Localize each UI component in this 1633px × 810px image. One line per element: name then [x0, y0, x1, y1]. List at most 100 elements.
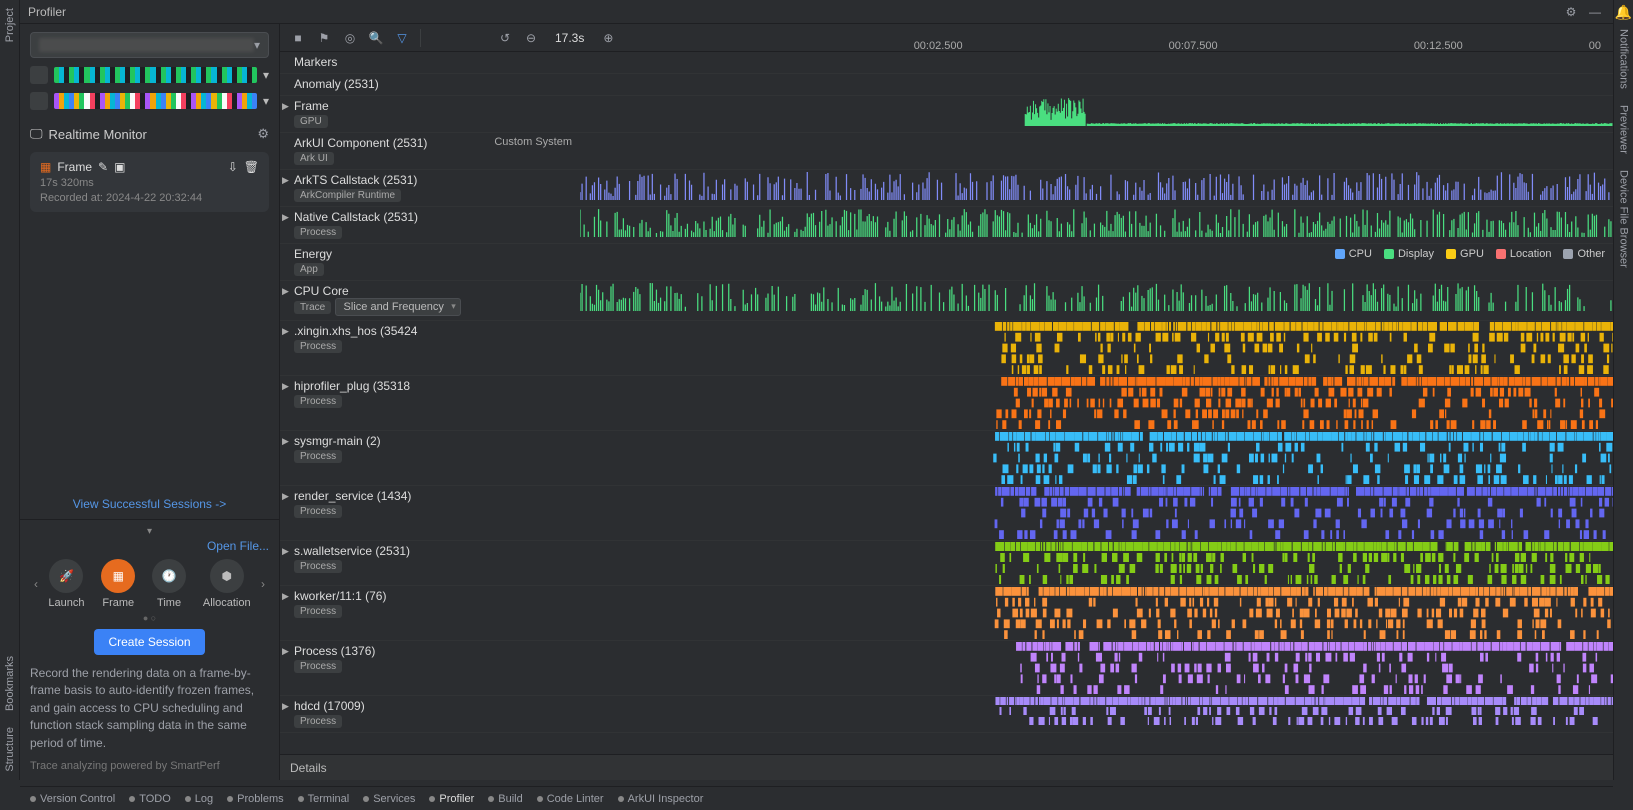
stop-icon[interactable]: ■ [288, 28, 308, 48]
expand-icon[interactable]: ▶ [282, 546, 289, 557]
modes-next[interactable]: › [259, 577, 267, 591]
track-frame[interactable]: ▶FrameGPU [280, 96, 1613, 133]
statusbar-build[interactable]: Build [488, 793, 522, 805]
track-kworker-11-1-76-[interactable]: ▶kworker/11:1 (76)Process [280, 586, 1613, 641]
track-lane[interactable] [580, 586, 1613, 640]
track-lane[interactable] [580, 431, 1613, 485]
edit-icon[interactable]: ✎ [98, 160, 108, 174]
track-mode-selector[interactable]: Slice and Frequency [335, 298, 461, 316]
realtime-header: Realtime Monitor [49, 127, 147, 142]
right-tab-device-file-browser[interactable]: Device File Browser [1616, 162, 1632, 276]
track-lane[interactable] [580, 207, 1613, 237]
expand-handle[interactable]: ▾ [30, 526, 269, 537]
mode-time[interactable]: 🕐 Time [152, 559, 186, 609]
track-hiprofiler-plug-35318[interactable]: ▶hiprofiler_plug (35318Process [280, 376, 1613, 431]
statusbar-terminal[interactable]: Terminal [298, 793, 350, 805]
track-lane[interactable] [580, 321, 1613, 375]
track-lane[interactable] [580, 641, 1613, 695]
expand-icon[interactable]: ▶ [282, 212, 289, 223]
track-lane[interactable] [580, 541, 1613, 585]
track-native-callstack-2531-[interactable]: ▶Native Callstack (2531)Process [280, 207, 1613, 244]
statusbar-problems[interactable]: Problems [227, 793, 283, 805]
left-tab-bookmarks[interactable]: Bookmarks [2, 648, 18, 719]
zoom-in-icon[interactable]: ⊕ [598, 28, 618, 48]
details-panel-header[interactable]: Details [280, 754, 1613, 780]
frame-icon: ▦ [101, 559, 135, 593]
expand-icon[interactable]: ▶ [282, 326, 289, 337]
track-lane[interactable] [580, 696, 1613, 726]
expand-icon[interactable]: ▶ [282, 436, 289, 447]
track--xingin-xhs-hos-35424[interactable]: ▶.xingin.xhs_hos (35424Process [280, 321, 1613, 376]
minimize-icon[interactable]: — [1585, 2, 1605, 22]
process-thumb-2[interactable]: ▾ [30, 92, 269, 110]
track-process-1376-[interactable]: ▶Process (1376)Process [280, 641, 1613, 696]
mode-allocation[interactable]: ⬢ Allocation [203, 559, 251, 609]
statusbar-code-linter[interactable]: Code Linter [537, 793, 604, 805]
expand-icon[interactable]: ▶ [282, 701, 289, 712]
filter-icon[interactable]: ▽ [392, 28, 412, 48]
process-thumb-1[interactable]: ▾ [30, 66, 269, 84]
contract-icon[interactable]: ▣ [114, 160, 125, 174]
modes-prev[interactable]: ‹ [32, 577, 40, 591]
track-lane[interactable] [580, 52, 1613, 68]
target-icon[interactable]: ◎ [340, 28, 360, 48]
left-tab-project[interactable]: Project [2, 0, 18, 50]
right-tab-previewer[interactable]: Previewer [1616, 97, 1632, 162]
track-lane[interactable] [580, 486, 1613, 540]
settings-icon[interactable]: ⚙ [1561, 2, 1581, 22]
realtime-settings-icon[interactable]: ⚙ [257, 126, 269, 142]
track-lane[interactable] [580, 96, 1613, 126]
export-icon[interactable]: ⇩ [228, 160, 238, 174]
track-hdcd-17009-[interactable]: ▶hdcd (17009)Process [280, 696, 1613, 733]
track-name: Markers [294, 55, 337, 69]
expand-icon[interactable]: ▶ [282, 591, 289, 602]
zoom-out-icon[interactable]: ⊖ [521, 28, 541, 48]
track-s-walletservice-2531-[interactable]: ▶s.walletservice (2531)Process [280, 541, 1613, 586]
expand-icon[interactable]: ▶ [282, 381, 289, 392]
track-sysmgr-main-2-[interactable]: ▶sysmgr-main (2)Process [280, 431, 1613, 486]
track-lane[interactable] [580, 281, 1613, 311]
device-selector[interactable]: ▾ [30, 32, 269, 58]
track-lane[interactable]: CPU Display GPU Location Other [580, 244, 1613, 274]
expand-icon[interactable]: ▶ [282, 101, 289, 112]
track-cpu-core[interactable]: ▶CPU CoreTrace Slice and Frequency [280, 281, 1613, 321]
flag-icon[interactable]: ⚑ [314, 28, 334, 48]
left-tab-structure[interactable]: Structure [2, 719, 18, 780]
search-icon[interactable]: 🔍 [366, 28, 386, 48]
mode-frame[interactable]: ▦ Frame [101, 559, 135, 609]
session-name: Frame [57, 160, 92, 174]
expand-icon[interactable]: ▶ [282, 286, 289, 297]
undo-icon[interactable]: ↺ [495, 28, 515, 48]
statusbar-version-control[interactable]: Version Control [30, 793, 115, 805]
frame-session-icon: ▦ [40, 160, 51, 174]
open-file-link[interactable]: Open File... [207, 539, 269, 553]
expand-icon[interactable]: ▶ [282, 175, 289, 186]
track-markers[interactable]: Markers [280, 52, 1613, 74]
right-tab-notifications[interactable]: Notifications [1616, 21, 1632, 97]
track-render-service-1434-[interactable]: ▶render_service (1434)Process [280, 486, 1613, 541]
statusbar-services[interactable]: Services [363, 793, 415, 805]
track-tag: ArkCompiler Runtime [294, 189, 401, 202]
legend-item: Other [1563, 248, 1605, 260]
timeline-body[interactable]: Markers Anomaly (2531)▶FrameGPU ArkUI Com… [280, 52, 1613, 754]
mode-launch[interactable]: 🚀 Launch [48, 559, 84, 609]
statusbar-arkui-inspector[interactable]: ArkUI Inspector [618, 793, 704, 805]
session-card[interactable]: ▦ Frame ✎ ▣ ⇩ 🗑 17s 320ms Recorded at: 2… [30, 152, 269, 212]
expand-icon[interactable]: ▶ [282, 646, 289, 657]
track-lane[interactable] [580, 74, 1613, 90]
delete-icon[interactable]: 🗑 [244, 160, 259, 174]
track-lane[interactable] [580, 133, 1613, 163]
track-arkts-callstack-2531-[interactable]: ▶ArkTS Callstack (2531)ArkCompiler Runti… [280, 170, 1613, 207]
statusbar-log[interactable]: Log [185, 793, 213, 805]
track-anomaly-2531-[interactable]: Anomaly (2531) [280, 74, 1613, 96]
statusbar-profiler[interactable]: Profiler [429, 793, 474, 805]
track-lane[interactable] [580, 376, 1613, 430]
notification-bell-icon[interactable]: 🔔 [1615, 4, 1632, 21]
track-arkui-component-2531-[interactable]: ArkUI Component (2531)Ark UICustom Syste… [280, 133, 1613, 170]
expand-icon[interactable]: ▶ [282, 491, 289, 502]
view-sessions-link[interactable]: View Successful Sessions -> [73, 497, 227, 511]
statusbar-todo[interactable]: TODO [129, 793, 171, 805]
create-session-button[interactable]: Create Session [94, 629, 204, 655]
track-energy[interactable]: EnergyApp CPU Display GPU Location Other [280, 244, 1613, 281]
track-lane[interactable] [580, 170, 1613, 200]
